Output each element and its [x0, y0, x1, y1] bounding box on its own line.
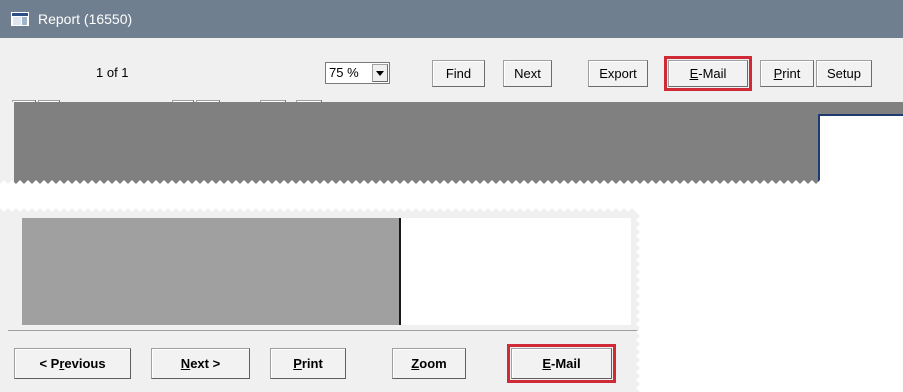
zoom-dropdown-button[interactable]: [372, 64, 388, 82]
print-button[interactable]: Print: [760, 60, 814, 87]
chevron-down-icon: [376, 70, 384, 76]
setup-button[interactable]: Setup: [816, 60, 872, 87]
find-button[interactable]: Find: [432, 60, 485, 87]
print-label: rint: [782, 66, 801, 81]
page-indicator: 1 of 1: [96, 65, 129, 80]
export-button[interactable]: Export: [588, 60, 648, 87]
torn-edge-frame: [0, 200, 660, 392]
report-toolbar: 1 of 1 - + 75 % Find Next Export E-Mail: [0, 38, 903, 127]
report-window-icon: [11, 12, 29, 26]
report-window: Report (16550) 1 of 1 - + 75 %: [0, 0, 903, 192]
email-highlight: [664, 56, 752, 91]
title-bar: Report (16550): [0, 0, 903, 38]
print-mnemonic: P: [773, 66, 783, 81]
window-title: Report (16550): [38, 11, 133, 27]
dialog-footer-fragment: < Pr evious Next > Print Zoom E -Mail: [0, 200, 660, 392]
zoom-select[interactable]: 75 %: [325, 62, 390, 84]
zoom-value: 75 %: [329, 65, 359, 80]
find-next-button[interactable]: Next: [503, 60, 552, 87]
torn-edge: [0, 180, 903, 192]
